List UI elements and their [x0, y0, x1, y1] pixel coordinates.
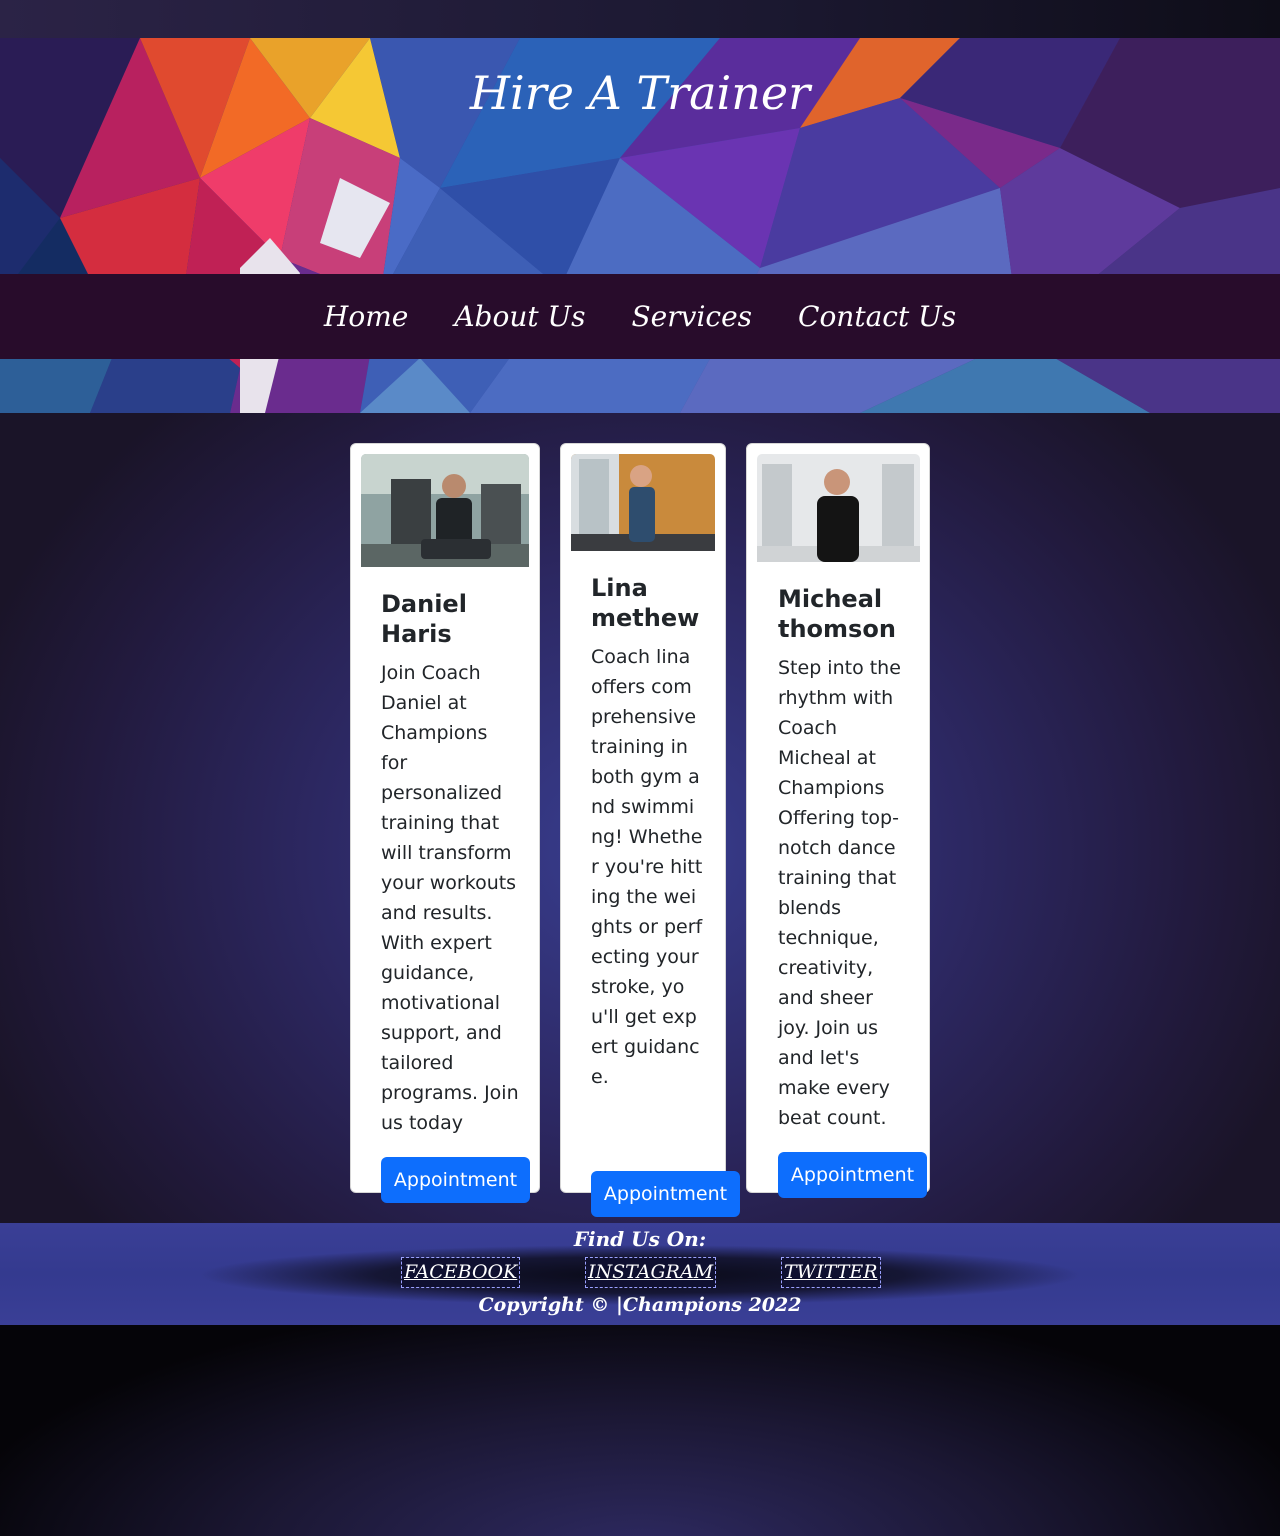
- trainer-description: Join Coach Daniel at Champions for perso…: [381, 662, 519, 1134]
- twitter-link[interactable]: TWITTER: [781, 1257, 881, 1288]
- page-background-bottom: [0, 1325, 1280, 1536]
- appointment-button[interactable]: Appointment: [778, 1152, 927, 1198]
- find-us-label: Find Us On:: [573, 1227, 707, 1251]
- trainer-photo: [757, 454, 920, 562]
- nav-item-about-us[interactable]: About Us: [454, 300, 585, 333]
- trainer-description: Step into the rhythm with Coach Micheal …: [778, 657, 901, 1129]
- appointment-button[interactable]: Appointment: [381, 1157, 530, 1203]
- nav-item-home[interactable]: Home: [324, 300, 408, 333]
- trainer-name: Micheal thomson: [778, 585, 896, 643]
- trainer-card-lina: Lina methew Coach lina offers comprehens…: [560, 443, 740, 1217]
- instagram-link[interactable]: INSTAGRAM: [584, 1257, 717, 1288]
- copyright-text: Copyright © |Champions 2022: [478, 1294, 802, 1316]
- trainer-name: Lina methew: [591, 574, 700, 632]
- trainer-photo: [571, 454, 715, 551]
- footer: Find Us On: FACEBOOK INSTAGRAM TWITTER C…: [0, 1223, 1280, 1325]
- facebook-link[interactable]: FACEBOOK: [400, 1257, 521, 1288]
- main-nav: Home About Us Services Contact Us: [0, 274, 1280, 359]
- trainer-photo: [361, 454, 529, 567]
- appointment-button[interactable]: Appointment: [591, 1171, 740, 1217]
- site-title: Hire A Trainer: [469, 66, 811, 120]
- trainer-name: Daniel Haris: [381, 590, 467, 648]
- trainer-card-daniel: Daniel Haris Join Coach Daniel at Champi…: [350, 443, 540, 1203]
- trainer-description: Coach lina offers comprehensive training…: [591, 646, 703, 1088]
- nav-item-contact-us[interactable]: Contact Us: [798, 300, 956, 333]
- trainer-card-micheal: Micheal thomson Step into the rhythm wit…: [746, 443, 930, 1198]
- nav-item-services[interactable]: Services: [631, 300, 752, 333]
- top-strip: [0, 0, 1280, 38]
